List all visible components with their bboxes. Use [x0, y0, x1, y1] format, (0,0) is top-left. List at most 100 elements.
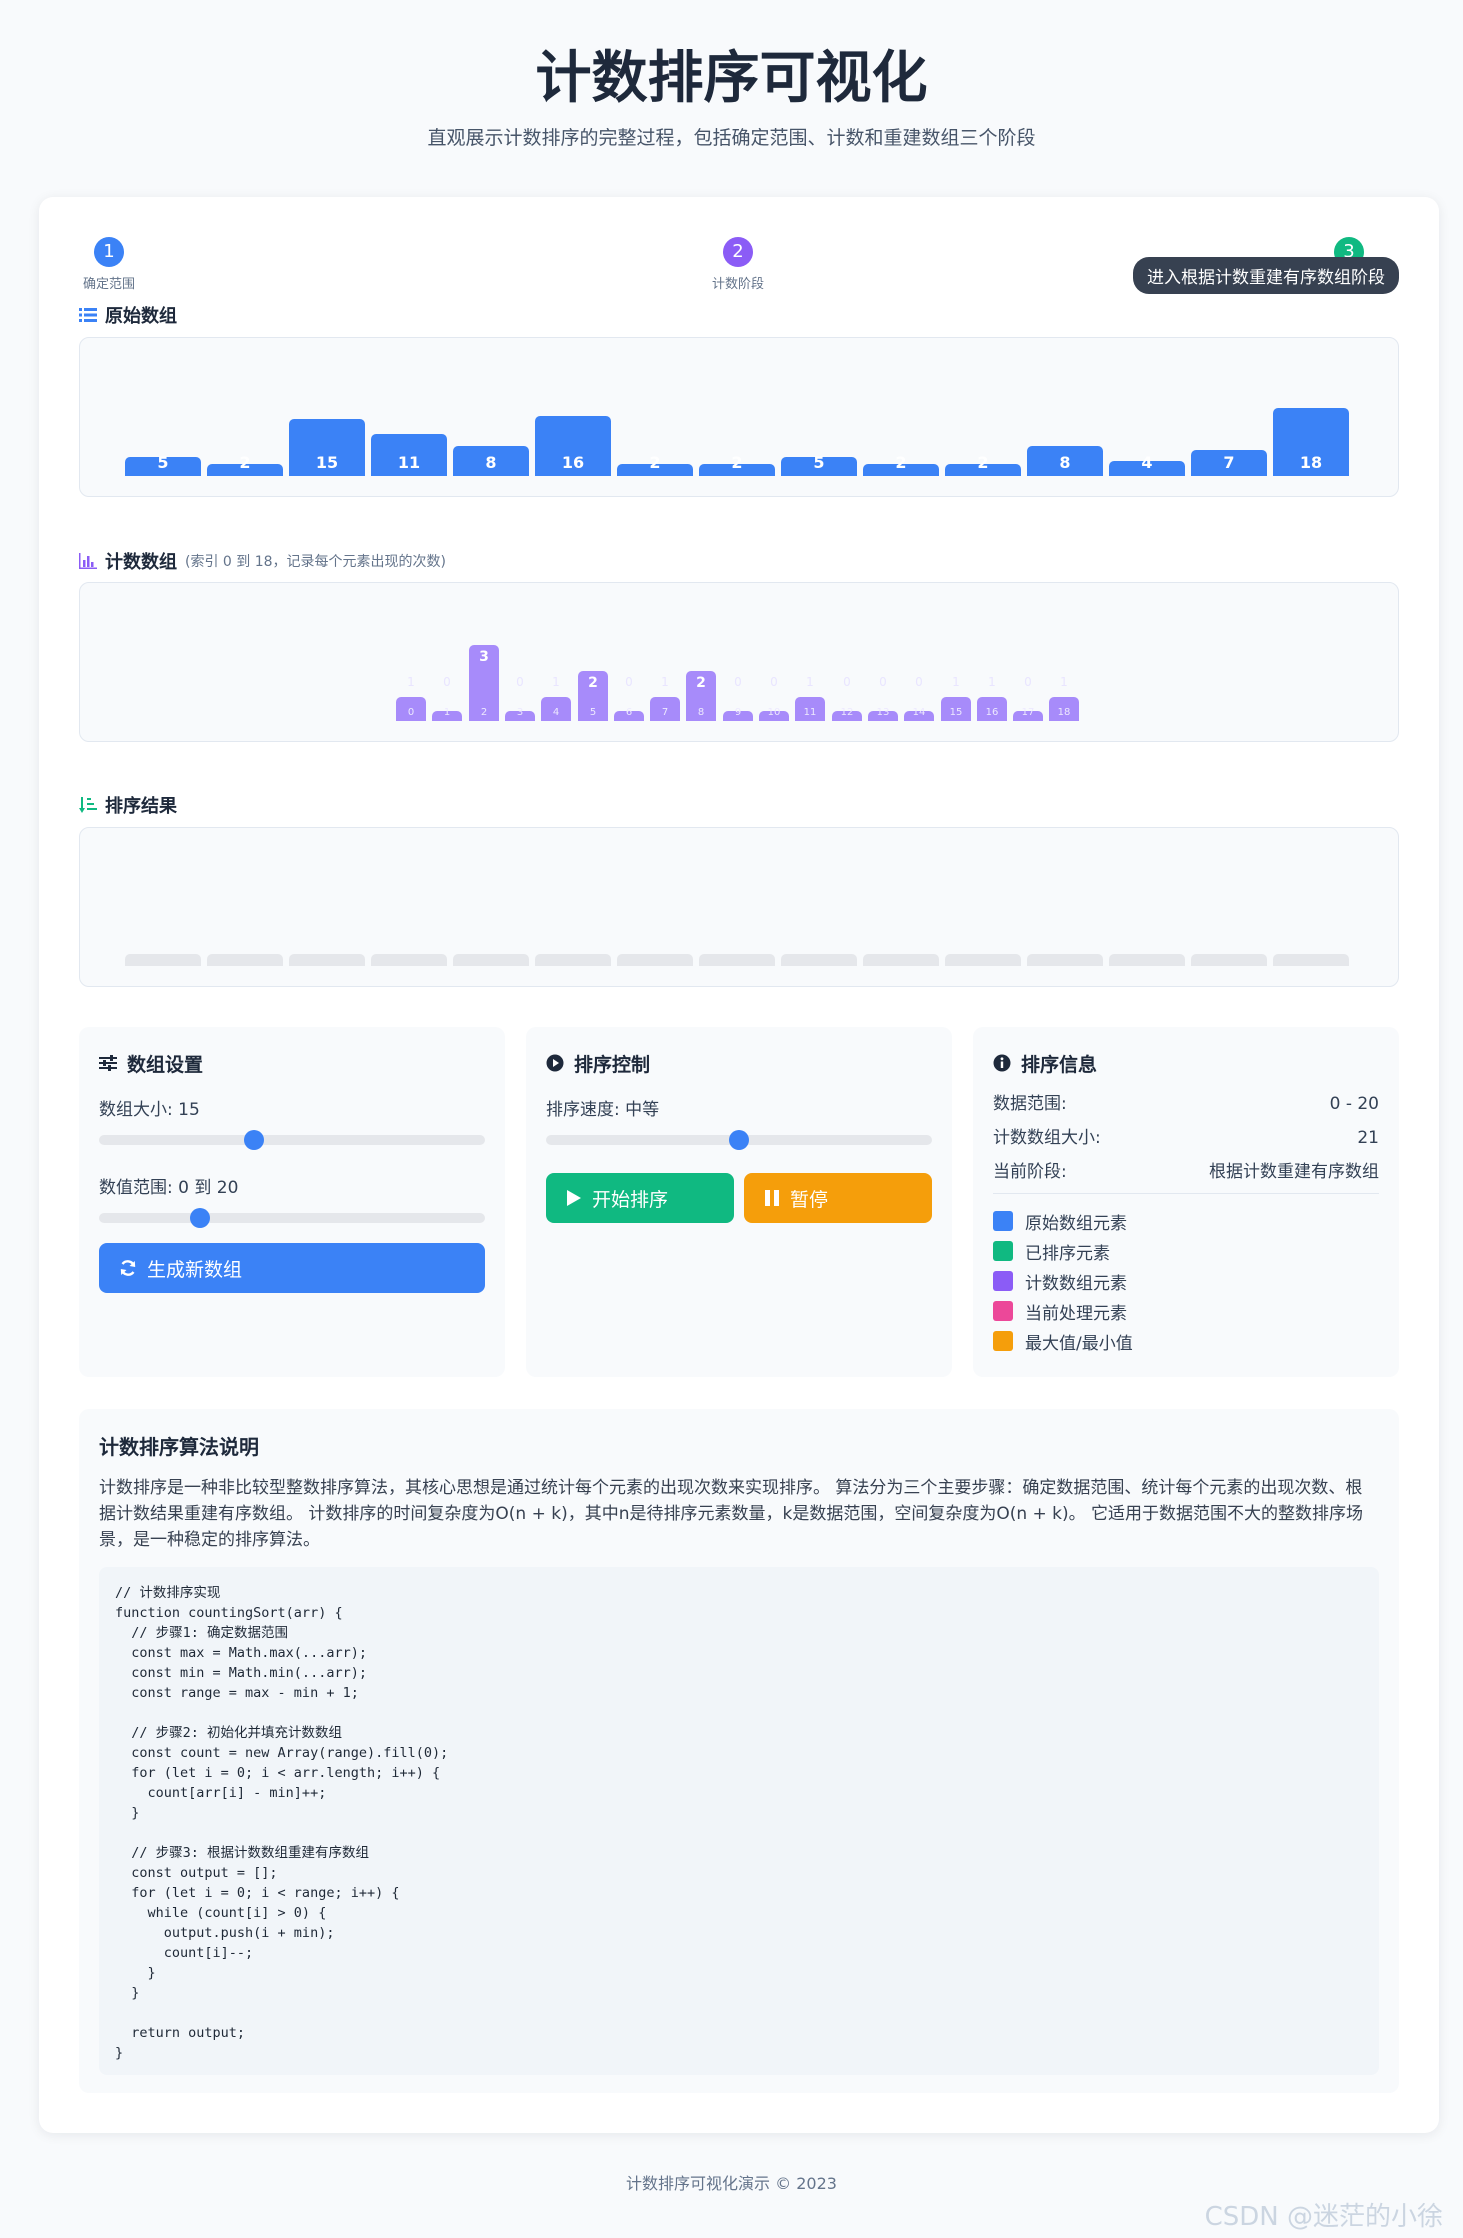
original-bar-value: 2 [239, 453, 251, 472]
count-bar-value: 2 [696, 675, 706, 691]
value-range-thumb[interactable] [190, 1208, 210, 1228]
count-bar: 6 [614, 707, 644, 721]
info-row-value: 根据计数重建有序数组 [1209, 1162, 1379, 1182]
original-bar-value: 2 [977, 453, 989, 472]
step-1: 1 确定范围 [49, 237, 169, 292]
count-bar: 52 [578, 671, 608, 721]
count-bar: 0 [396, 697, 426, 721]
start-sort-button[interactable]: 开始排序 [546, 1173, 734, 1223]
sort-control-header: 排序控制 [546, 1049, 932, 1077]
count-bar-value: 0 [516, 675, 524, 689]
step-indicator: 1 确定范围 2 计数阶段 3 进入根据计数重建有序数组阶段 [79, 237, 1399, 297]
count-bar-index: 4 [552, 707, 560, 718]
count-bar-value: 1 [806, 675, 814, 689]
legend-swatch [993, 1301, 1013, 1321]
count-bar: 17 [1013, 707, 1043, 721]
step-1-label: 确定范围 [82, 277, 135, 292]
code-block: // 计数排序实现 function countingSort(arr) { /… [99, 1567, 1379, 2075]
page-subtitle: 直观展示计数排序的完整过程，包括确定范围、计数和重建数组三个阶段 [427, 127, 1036, 149]
sort-speed-slider[interactable] [546, 1130, 932, 1150]
step-2-circle: 2 [723, 237, 753, 267]
result-slots [125, 886, 1353, 966]
count-bar-value: 0 [843, 675, 851, 689]
original-bar: 8 [1027, 446, 1103, 476]
original-bar: 7 [1191, 450, 1267, 476]
count-bar: 15 [941, 697, 971, 721]
legend-swatch [993, 1211, 1013, 1231]
info-row-count-size: 计数数组大小: 21 [993, 1121, 1379, 1155]
count-bar: 16 [977, 697, 1007, 721]
original-bar: 2 [617, 453, 693, 476]
sorted-result-panel [79, 827, 1399, 987]
original-bar-value: 11 [397, 453, 421, 472]
result-slot [1109, 954, 1185, 966]
count-bar: 14 [904, 707, 934, 721]
array-settings-header: 数组设置 [99, 1049, 485, 1077]
value-range-slider[interactable] [99, 1208, 485, 1228]
count-bar-index: 6 [625, 707, 633, 718]
info-row-label: 当前阶段: [993, 1162, 1067, 1182]
step-2: 2 计数阶段 [678, 237, 798, 292]
count-bar-value: 1 [661, 675, 669, 689]
count-bar-value: 1 [952, 675, 960, 689]
generate-array-label: 生成新数组 [147, 1258, 243, 1281]
play-circle-icon [546, 1054, 564, 1072]
original-array-heading: 原始数组 [79, 302, 177, 328]
generate-array-button[interactable]: 生成新数组 [99, 1243, 485, 1293]
count-bar-index: 3 [516, 707, 524, 718]
count-bar: 13 [868, 707, 898, 721]
info-row-label: 计数数组大小: [993, 1128, 1101, 1148]
original-array-panel: 5 2 15 11 8 16 2 2 5 2 2 8 4 7 18 [79, 337, 1399, 497]
sort-info-title: 排序信息 [1021, 1053, 1098, 1076]
original-bar: 15 [289, 419, 365, 476]
sort-speed-thumb[interactable] [729, 1130, 749, 1150]
legend-label: 最大值/最小值 [1025, 1333, 1133, 1354]
count-bar-value: 0 [1024, 675, 1032, 689]
count-bar-index: 7 [661, 707, 669, 718]
original-bar: 11 [371, 434, 447, 476]
array-size-slider[interactable] [99, 1130, 485, 1150]
counting-array-heading: 计数数组 (索引 0 到 18，记录每个元素出现的次数) [79, 548, 446, 574]
sort-control-card: 排序控制 排序速度: 中等 开始排序 暂停 [526, 1027, 952, 1377]
count-bar-index: 17 [1021, 707, 1035, 718]
sorted-result-title: 排序结果 [105, 796, 177, 817]
count-bar: 82 [686, 671, 716, 721]
result-slot [371, 954, 447, 966]
result-slot [289, 954, 365, 966]
counting-array-note: (索引 0 到 18，记录每个元素出现的次数) [185, 554, 446, 570]
counting-bars: 1 0 0 1 2 3 0 3 1 4 5 2 0 6 1 7 8 2 0 9 0 10 1 11 0 12 0 13 0 14 1 15 1 1… [396, 641, 1096, 721]
original-bar-value: 5 [157, 453, 169, 472]
watermark: CSDN @迷茫的小徐 [1204, 2202, 1443, 2232]
count-bar: 1 [432, 707, 462, 721]
count-bar-value: 3 [479, 649, 489, 665]
refresh-icon [120, 1260, 136, 1276]
info-row-range: 数据范围: 0 - 20 [993, 1087, 1379, 1121]
count-bar: 3 [505, 707, 535, 721]
legend-swatch [993, 1271, 1013, 1291]
array-settings-title: 数组设置 [127, 1053, 204, 1076]
original-bars: 5 2 15 11 8 16 2 2 5 2 2 8 4 7 18 [125, 396, 1353, 476]
count-bar: 10 [759, 707, 789, 721]
counting-array-panel: 1 0 0 1 2 3 0 3 1 4 5 2 0 6 1 7 8 2 0 9 0 10 1 11 0 12 0 13 0 14 1 15 1 1… [79, 582, 1399, 742]
original-bar: 5 [781, 453, 857, 476]
original-bar: 2 [699, 453, 775, 476]
count-bar: 23 [469, 645, 499, 721]
count-bar-value: 1 [988, 675, 996, 689]
array-size-thumb[interactable] [244, 1130, 264, 1150]
original-bar: 4 [1109, 453, 1185, 476]
original-bar-value: 16 [561, 453, 585, 472]
pause-button[interactable]: 暂停 [744, 1173, 932, 1223]
count-bar-value: 0 [734, 675, 742, 689]
sort-speed-label: 排序速度: 中等 [546, 1100, 660, 1120]
count-bar-index: 16 [985, 707, 999, 718]
count-bar: 11 [795, 697, 825, 721]
legend-label: 已排序元素 [1025, 1243, 1110, 1264]
step-1-circle: 1 [94, 237, 124, 267]
count-bar-index: 18 [1057, 707, 1071, 718]
count-bar-index: 8 [697, 707, 705, 718]
count-bar-value: 1 [552, 675, 560, 689]
original-bar: 8 [453, 446, 529, 476]
sort-icon [79, 797, 97, 813]
list-icon [79, 308, 97, 322]
explanation-title: 计数排序算法说明 [99, 1435, 259, 1459]
